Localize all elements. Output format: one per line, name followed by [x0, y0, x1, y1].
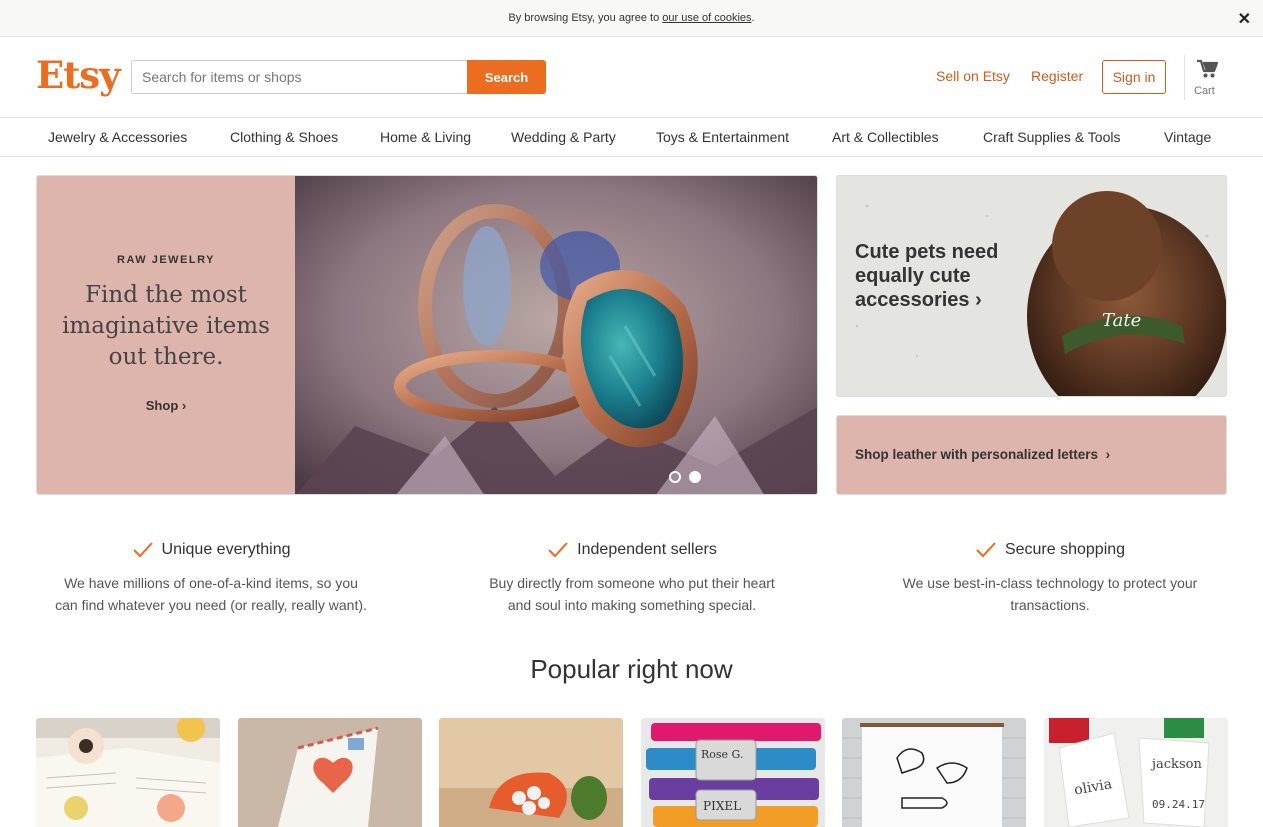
hero-headline: Find the most imaginative items out ther… [62, 282, 270, 370]
popular-item-bookmarks[interactable] [36, 718, 220, 827]
nav-item-art[interactable]: Art & Collectibles [832, 129, 939, 145]
pets-promo-label: Cute pets need equally cute accessories [855, 241, 999, 311]
pets-promo-card[interactable]: Tate Cute pets need equally cute accesso… [836, 175, 1227, 397]
nav-item-wedding[interactable]: Wedding & Party [511, 129, 616, 145]
carousel-dot-2[interactable] [689, 471, 701, 483]
value-prop-secure: Secure shopping We use best-in-class tec… [870, 541, 1230, 616]
pets-promo-text: Cute pets need equally cute accessories … [855, 241, 999, 311]
popular-item-carrot-pouch[interactable] [439, 718, 623, 827]
register-link[interactable]: Register [1031, 68, 1083, 84]
hero-banner[interactable]: RAW JEWELRY Find the most imaginative it… [36, 175, 818, 495]
nav-item-jewelry[interactable]: Jewelry & Accessories [48, 129, 187, 145]
hero-jewelry-image [295, 176, 817, 494]
nav-item-craft[interactable]: Craft Supplies & Tools [983, 129, 1120, 145]
sign-in-button[interactable]: Sign in [1102, 60, 1166, 94]
popular-heading: Popular right now [530, 654, 733, 684]
check-icon [132, 542, 153, 558]
nav-item-clothing[interactable]: Clothing & Shoes [230, 129, 338, 145]
tag-date-2: 09.24.17 [1152, 798, 1205, 811]
check-icon [976, 542, 996, 558]
cart-icon [1197, 59, 1218, 78]
cookie-text: By browsing Etsy, you agree to [508, 12, 660, 24]
sell-on-etsy-link[interactable]: Sell on Etsy [936, 68, 1010, 84]
hero-shop-label: Shop [145, 398, 179, 413]
search-input[interactable] [131, 60, 468, 94]
popular-item-hand-print[interactable] [842, 718, 1026, 827]
leather-promo-label: Shop leather with personalized letters [855, 447, 1099, 462]
collar-tag-name: Rose G. [701, 748, 743, 761]
tag-name-2: jackson [1150, 757, 1202, 772]
cookie-banner: By browsing Etsy, you agree to our use o… [0, 0, 1263, 37]
value-prop-desc: We use best-in-class technology to prote… [902, 575, 1198, 613]
popular-item-dog-collars[interactable]: Rose G. PIXEL [641, 718, 825, 827]
value-prop-desc: We have millions of one-of-a-kind items,… [55, 575, 367, 613]
popular-item-birth-tags[interactable]: olivia jackson 09.24.17 [1044, 718, 1228, 827]
nav-item-vintage[interactable]: Vintage [1164, 129, 1211, 145]
cart-button[interactable]: Cart [1184, 55, 1229, 100]
hero-panel: RAW JEWELRY Find the most imaginative it… [37, 176, 295, 494]
collar-name: Tate [1102, 310, 1141, 331]
value-prop-sellers: Independent sellers Buy directly from so… [452, 541, 812, 616]
cookie-policy-link[interactable]: our use of cookies [662, 12, 751, 24]
nav-item-toys[interactable]: Toys & Entertainment [656, 129, 789, 145]
leather-promo-text: Shop leather with personalized letters › [855, 447, 1111, 462]
hero-eyebrow: RAW JEWELRY [117, 254, 215, 266]
value-prop-title: Secure shopping [1004, 541, 1126, 558]
collar-tag-brand: PIXEL [703, 799, 741, 813]
site-header: Etsy Search Sell on Etsy Register Sign i… [0, 37, 1263, 118]
carousel-dot-1[interactable] [669, 471, 681, 483]
value-prop-unique: Unique everything We have millions of on… [31, 541, 391, 616]
cookie-suffix: . [751, 12, 755, 24]
value-prop-desc: Buy directly from someone who put their … [489, 575, 775, 613]
check-icon [548, 542, 568, 558]
search-button[interactable]: Search [467, 60, 546, 94]
hero-shop-link[interactable]: Shop › [37, 398, 295, 413]
category-nav: Jewelry & Accessories Clothing & Shoes H… [0, 118, 1263, 157]
nav-item-home[interactable]: Home & Living [380, 129, 471, 145]
leather-promo-card[interactable]: Shop leather with personalized letters › [836, 415, 1227, 495]
popular-item-bookmark-heart[interactable] [238, 718, 422, 827]
cart-label: Cart [1194, 85, 1215, 97]
close-icon[interactable]: ✕ [1238, 9, 1251, 29]
value-prop-title: Independent sellers [577, 541, 717, 558]
etsy-logo[interactable]: Etsy [36, 53, 121, 97]
value-prop-title: Unique everything [161, 541, 291, 558]
